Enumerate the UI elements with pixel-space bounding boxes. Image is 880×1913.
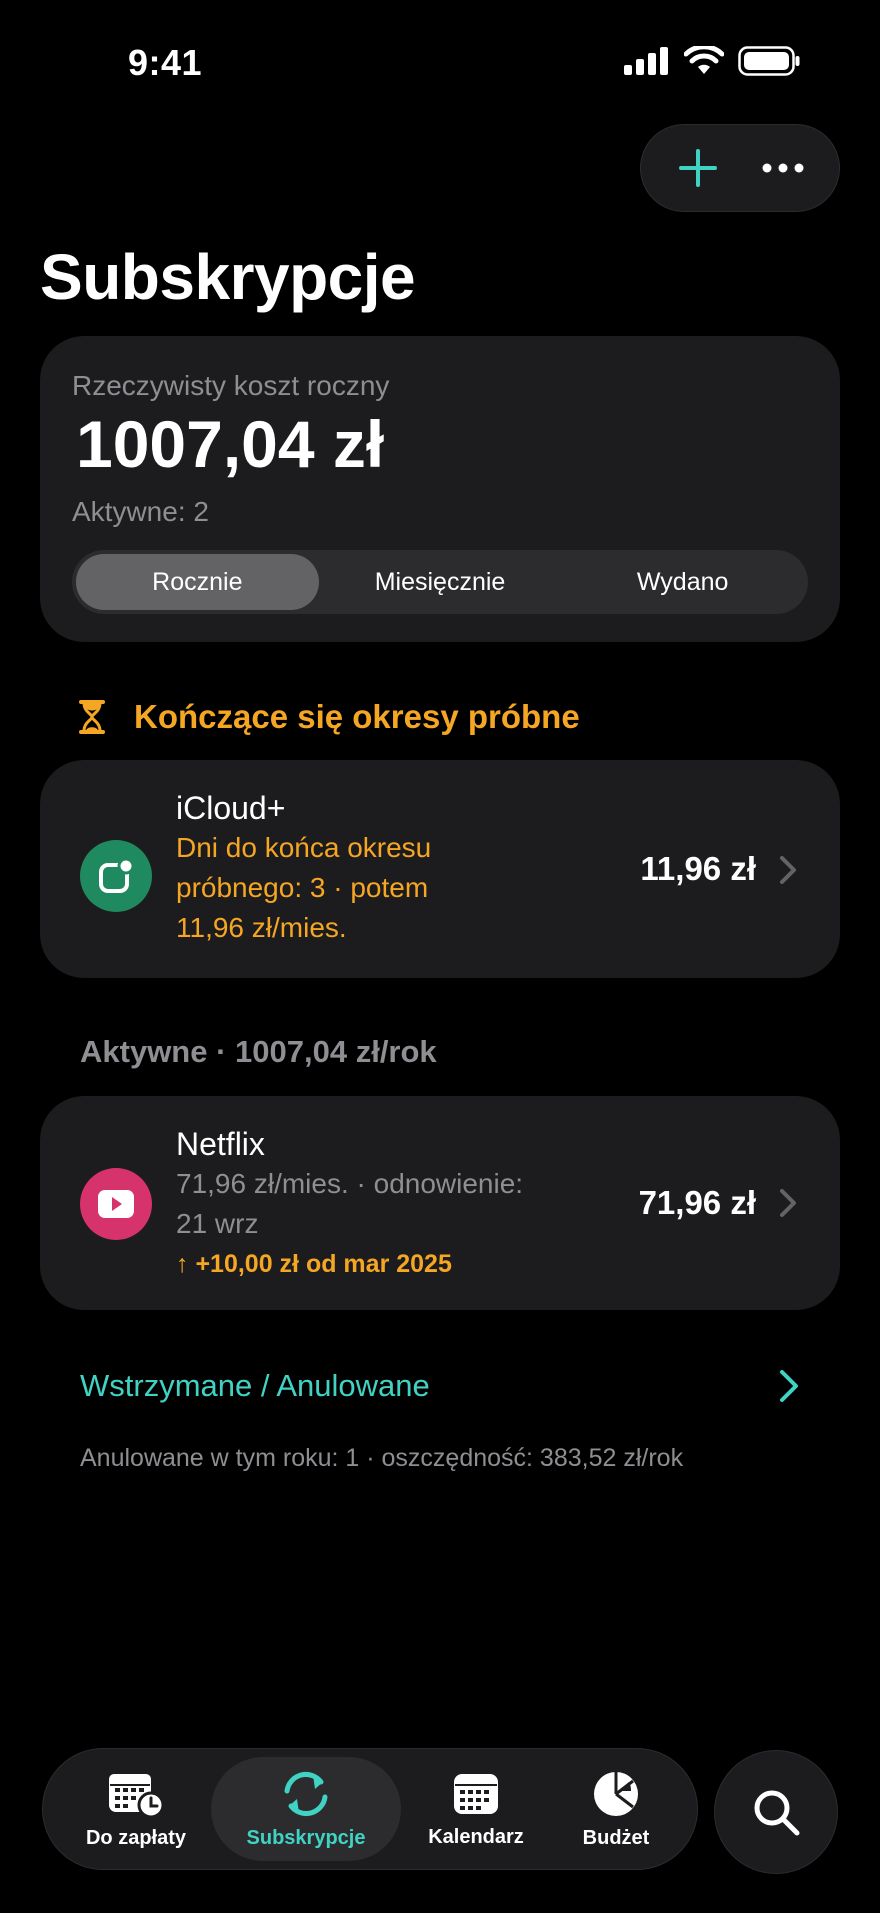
- subscription-row-icloud[interactable]: iCloud+ Dni do końca okresu próbnego: 3 …: [40, 760, 840, 978]
- pie-chart-icon: [594, 1771, 638, 1816]
- subscription-row-netflix[interactable]: Netflix 71,96 zł/mies. · odnowienie: 21 …: [40, 1096, 840, 1310]
- chevron-right-icon: [780, 1189, 796, 1217]
- cellular-signal-icon: [624, 47, 668, 75]
- trial-info-line3: 11,96 zł/mies.: [176, 912, 347, 943]
- tab-do-zaplaty[interactable]: Do zapłaty: [61, 1757, 211, 1861]
- trials-section-header: Kończące się okresy próbne: [78, 698, 580, 736]
- icloud-text: iCloud+ Dni do końca okresu próbnego: 3 …: [176, 788, 576, 948]
- tab-subskrypcje[interactable]: Subskrypcje: [211, 1757, 401, 1861]
- segment-rocznie[interactable]: Rocznie: [76, 554, 319, 610]
- more-button[interactable]: [748, 133, 818, 203]
- page-title: Subskrypcje: [40, 241, 416, 313]
- tab-label: Do zapłaty: [85, 1826, 187, 1849]
- trial-info-line1: Dni do końca okresu: [176, 832, 432, 863]
- summary-label: Rzeczywisty koszt roczny: [72, 370, 390, 401]
- tab-bar: Do zapłaty Subskrypcje Kalendarz Budżet: [42, 1748, 698, 1870]
- tab-kalendarz[interactable]: Kalendarz: [401, 1757, 551, 1861]
- price-change-note: ↑ +10,00 zł od mar 2025: [176, 1250, 452, 1278]
- calendar-icon: [454, 1773, 498, 1814]
- paused-cancelled-link[interactable]: Wstrzymane / Anulowane: [80, 1368, 800, 1404]
- calendar-clock-icon: [109, 1773, 165, 1818]
- wifi-icon: [684, 46, 724, 74]
- active-count: Aktywne: 2: [72, 496, 209, 527]
- chevron-right-icon: [780, 856, 796, 884]
- refresh-icon: [284, 1771, 328, 1816]
- trials-section-label: Kończące się okresy próbne: [134, 698, 580, 735]
- renewal-info-line1: 71,96 zł/mies. · odnowienie:: [176, 1168, 524, 1199]
- add-button[interactable]: [663, 133, 733, 203]
- more-icon: [762, 163, 803, 173]
- summary-amount: 1007,04 zł: [76, 407, 385, 481]
- icloud-plus-icon: [80, 840, 152, 912]
- active-section-header: Aktywne · 1007,04 zł/rok: [80, 1034, 437, 1069]
- tab-label: Budżet: [582, 1826, 650, 1849]
- netflix-text: Netflix 71,96 zł/mies. · odnowienie: 21 …: [176, 1124, 576, 1282]
- status-bar: 9:41: [0, 0, 880, 120]
- play-icon: [80, 1168, 152, 1240]
- cancelled-savings-note: Anulowane w tym roku: 1 · oszczędność: 3…: [80, 1444, 684, 1472]
- tab-label: Kalendarz: [428, 1825, 524, 1848]
- subscription-name: iCloud+: [176, 790, 286, 826]
- period-segmented-control: Rocznie Miesięcznie Wydano: [72, 550, 808, 614]
- subscription-name: Netflix: [176, 1126, 265, 1162]
- subscription-price: 11,96 zł: [640, 850, 756, 887]
- subscription-price: 71,96 zł: [638, 1184, 756, 1221]
- segment-wydano[interactable]: Wydano: [561, 554, 804, 610]
- search-button[interactable]: [714, 1750, 838, 1874]
- search-icon: [754, 1790, 800, 1836]
- paused-cancelled-label: Wstrzymane / Anulowane: [80, 1368, 430, 1403]
- hourglass-icon: [79, 700, 105, 734]
- renewal-info-line2: 21 wrz: [176, 1208, 259, 1239]
- plus-icon: [678, 149, 717, 187]
- tab-budzet[interactable]: Budżet: [551, 1757, 681, 1861]
- status-time: 9:41: [128, 42, 203, 83]
- tab-label: Subskrypcje: [246, 1826, 366, 1849]
- top-actions: [640, 124, 840, 212]
- segment-miesiecznie[interactable]: Miesięcznie: [319, 554, 562, 610]
- summary-card: Rzeczywisty koszt roczny 1007,04 zł Akty…: [40, 336, 840, 642]
- chevron-right-icon: [780, 1370, 798, 1402]
- battery-icon: [738, 46, 800, 76]
- trial-info-line2: próbnego: 3 · potem: [176, 872, 429, 903]
- status-icons: [624, 46, 800, 76]
